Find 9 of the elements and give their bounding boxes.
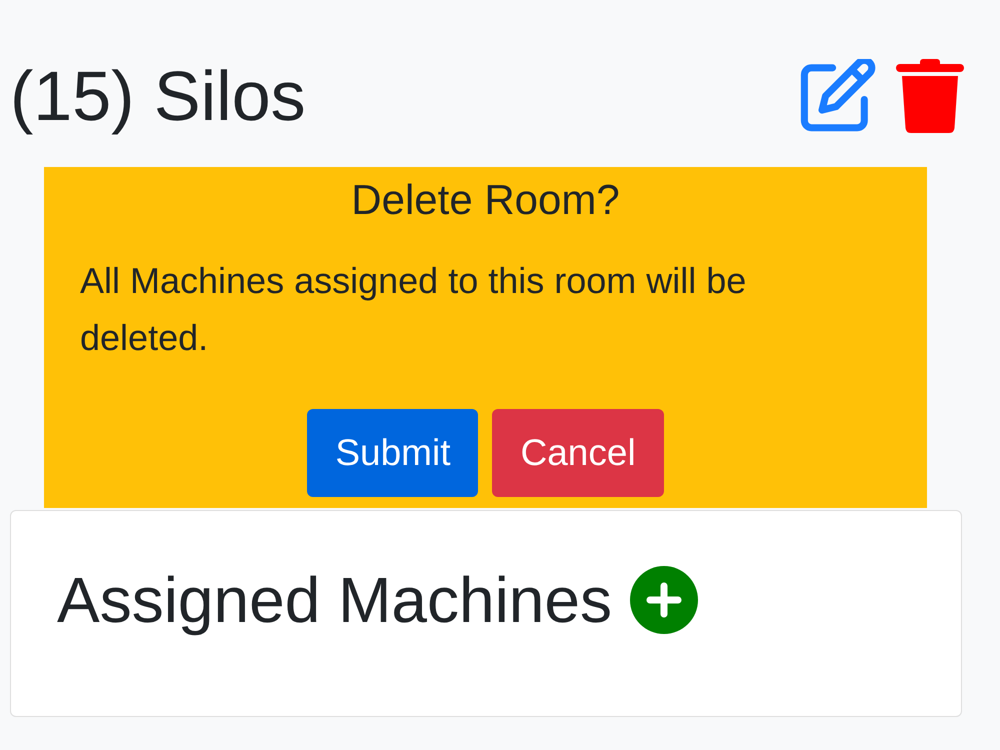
trash-icon[interactable]: [896, 59, 964, 133]
add-icon[interactable]: [630, 566, 698, 634]
dialog-title: Delete Room?: [350, 175, 621, 225]
cancel-button[interactable]: Cancel: [492, 409, 664, 498]
dialog-message: All Machines assigned to this room will be deleted.: [80, 259, 748, 360]
submit-button[interactable]: Submit: [307, 409, 478, 498]
edit-icon[interactable]: [798, 59, 876, 133]
card-title: Assigned Machines: [57, 565, 612, 636]
room-title: (15) Silos: [10, 58, 306, 134]
